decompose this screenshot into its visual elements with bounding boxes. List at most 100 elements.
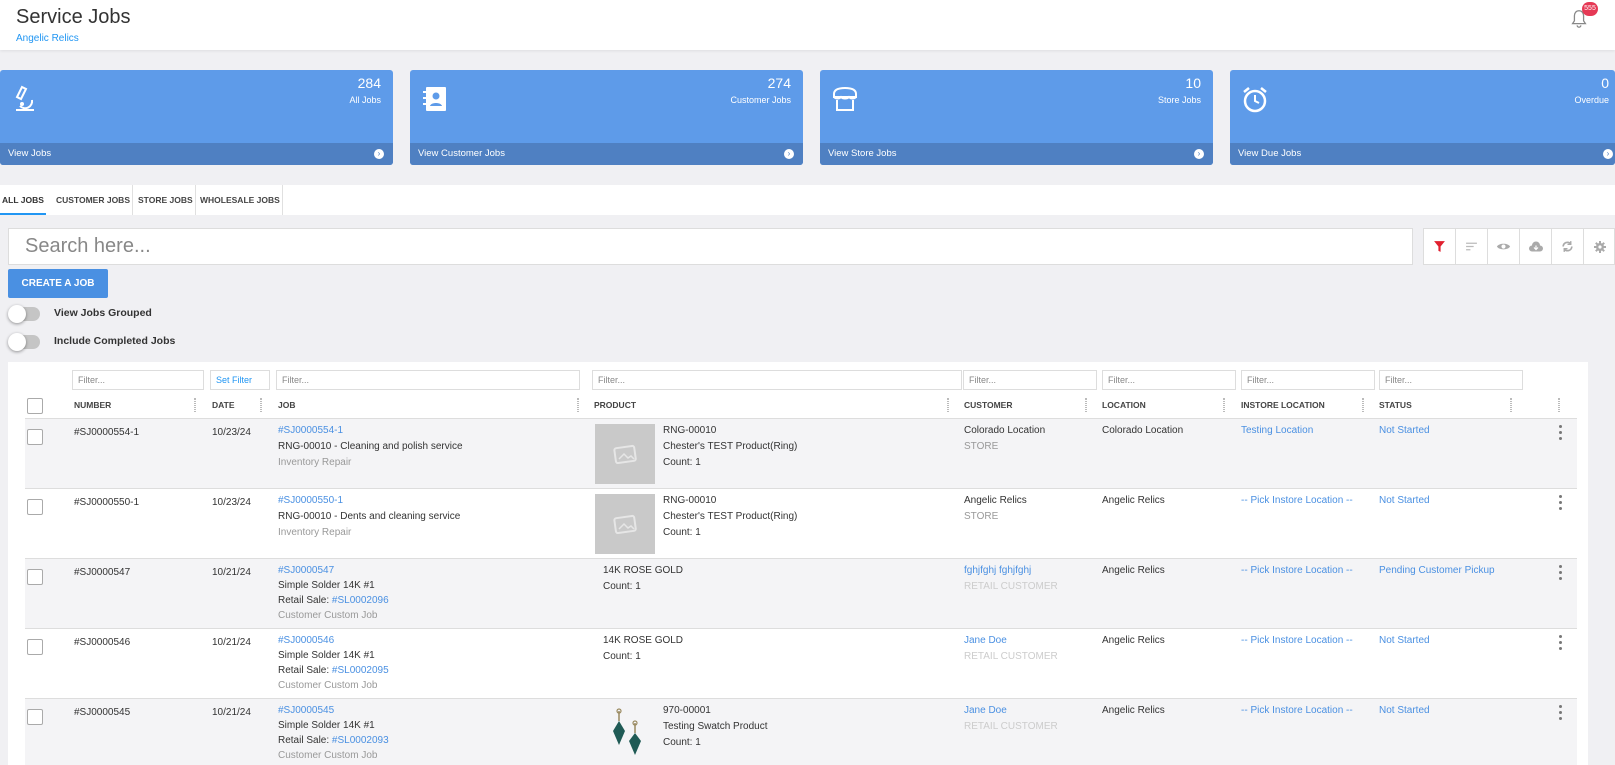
tab-wholesale-jobs[interactable]: WHOLESALE JOBS (198, 185, 283, 215)
job-link[interactable]: #SJ0000550-1 (278, 493, 460, 509)
product-cell: 14K ROSE GOLD Count: 1 (603, 563, 683, 595)
product-count: Count: 1 (663, 457, 701, 468)
instore-filter[interactable]: Filter... (1241, 370, 1375, 390)
search-input[interactable]: Search here... (8, 228, 1413, 265)
job-link[interactable]: #SJ0000554-1 (278, 423, 463, 439)
view-jobs-link[interactable]: View Jobs › (0, 143, 393, 165)
customer-jobs-label: Customer Jobs (730, 95, 791, 105)
view-columns-button[interactable] (1488, 229, 1520, 264)
col-product[interactable]: PRODUCT (594, 400, 636, 410)
filter-button[interactable] (1424, 229, 1456, 264)
retail-sale-link[interactable]: #SL0002093 (332, 735, 389, 746)
refresh-button[interactable] (1552, 229, 1584, 264)
customer-type: RETAIL CUSTOMER (964, 721, 1058, 732)
job-link[interactable]: #SJ0000546 (278, 633, 389, 648)
instore-location-picker[interactable]: -- Pick Instore Location -- (1241, 633, 1353, 649)
col-date[interactable]: DATE (212, 400, 235, 410)
earrings-product-image[interactable] (605, 707, 653, 757)
retail-sale-link[interactable]: #SL0002095 (332, 665, 389, 676)
settings-button[interactable] (1584, 229, 1615, 264)
select-all-checkbox[interactable] (27, 398, 43, 414)
create-job-button[interactable]: CREATE A JOB (8, 269, 108, 298)
instore-location[interactable]: Testing Location (1241, 423, 1313, 439)
col-number[interactable]: NUMBER (74, 400, 111, 410)
date-set-filter[interactable]: Set Filter (210, 370, 270, 390)
view-customer-jobs-link[interactable]: View Customer Jobs › (410, 143, 803, 165)
col-instore-location[interactable]: INSTORE LOCATION (1241, 400, 1325, 410)
table-row[interactable]: #SJ0000545 10/21/24 #SJ0000545 Simple So… (25, 699, 1577, 765)
job-link[interactable]: #SJ0000545 (278, 703, 389, 718)
number-filter[interactable]: Filter... (72, 370, 204, 390)
job-link[interactable]: #SJ0000547 (278, 563, 389, 578)
status-link[interactable]: Not Started (1379, 633, 1430, 649)
col-resize-handle[interactable] (1558, 398, 1560, 412)
sort-button[interactable] (1456, 229, 1488, 264)
row-checkbox[interactable] (27, 569, 43, 585)
col-customer[interactable]: CUSTOMER (964, 400, 1013, 410)
product-image-placeholder[interactable] (595, 494, 655, 554)
row-menu-icon[interactable] (1559, 635, 1563, 651)
table-row[interactable]: #SJ0000554-1 10/23/24 #SJ0000554-1 RNG-0… (25, 419, 1577, 489)
alarm-clock-icon (1243, 87, 1267, 113)
customer-name-link[interactable]: Jane Doe (964, 633, 1058, 649)
tab-customer-jobs[interactable]: CUSTOMER JOBS (54, 185, 133, 215)
col-resize-handle[interactable] (1085, 398, 1087, 412)
notification-badge: 555 (1582, 2, 1598, 16)
retail-sale-line: Retail Sale: #SL0002095 (278, 663, 389, 678)
status-link[interactable]: Not Started (1379, 703, 1430, 719)
store-name[interactable]: Angelic Relics (16, 33, 79, 44)
tab-all-jobs[interactable]: ALL JOBS (0, 185, 46, 215)
arrow-circle-icon: › (784, 149, 794, 159)
product-filter[interactable]: Filter... (592, 370, 962, 390)
col-resize-handle[interactable] (1510, 398, 1512, 412)
customer-name-link[interactable]: Jane Doe (964, 703, 1058, 719)
status-link[interactable]: Not Started (1379, 423, 1430, 439)
location-filter[interactable]: Filter... (1102, 370, 1236, 390)
col-job[interactable]: JOB (278, 400, 295, 410)
col-resize-handle[interactable] (194, 398, 196, 412)
view-grouped-toggle[interactable] (8, 305, 40, 323)
table-row[interactable]: #SJ0000546 10/21/24 #SJ0000546 Simple So… (25, 629, 1577, 699)
table-row[interactable]: #SJ0000547 10/21/24 #SJ0000547 Simple So… (25, 559, 1577, 629)
job-tabs: ALL JOBS CUSTOMER JOBS STORE JOBS WHOLES… (0, 185, 1615, 215)
col-resize-handle[interactable] (577, 398, 579, 412)
col-location[interactable]: LOCATION (1102, 400, 1146, 410)
view-store-jobs-link[interactable]: View Store Jobs › (820, 143, 1213, 165)
instore-location-picker[interactable]: -- Pick Instore Location -- (1241, 493, 1353, 509)
status-filter[interactable]: Filter... (1379, 370, 1523, 390)
customer-filter[interactable]: Filter... (963, 370, 1097, 390)
job-filter[interactable]: Filter... (276, 370, 580, 390)
col-status[interactable]: STATUS (1379, 400, 1412, 410)
table-row[interactable]: #SJ0000550-1 10/23/24 #SJ0000550-1 RNG-0… (25, 489, 1577, 559)
col-resize-handle[interactable] (947, 398, 949, 412)
instore-location-picker[interactable]: -- Pick Instore Location -- (1241, 563, 1353, 579)
tab-store-jobs[interactable]: STORE JOBS (136, 185, 196, 215)
customer-cell: Angelic Relics STORE (964, 493, 1027, 525)
product-count: Count: 1 (663, 527, 701, 538)
row-menu-icon[interactable] (1559, 565, 1563, 581)
product-image-placeholder[interactable] (595, 424, 655, 484)
job-cell: #SJ0000546 Simple Solder 14K #1 Retail S… (278, 633, 389, 693)
col-resize-handle[interactable] (1362, 398, 1364, 412)
row-menu-icon[interactable] (1559, 705, 1563, 721)
include-completed-toggle[interactable] (8, 333, 40, 351)
view-due-jobs-link[interactable]: View Due Jobs › (1230, 143, 1615, 165)
store-icon (833, 86, 857, 111)
row-checkbox[interactable] (27, 709, 43, 725)
job-number: #SJ0000550-1 (74, 497, 140, 508)
status-link[interactable]: Pending Customer Pickup (1379, 563, 1495, 579)
col-resize-handle[interactable] (260, 398, 262, 412)
row-menu-icon[interactable] (1559, 425, 1563, 441)
col-resize-handle[interactable] (1223, 398, 1225, 412)
row-checkbox[interactable] (27, 429, 43, 445)
instore-location-picker[interactable]: -- Pick Instore Location -- (1241, 703, 1353, 719)
row-checkbox[interactable] (27, 499, 43, 515)
product-name: 14K ROSE GOLD (603, 565, 684, 576)
status-link[interactable]: Not Started (1379, 493, 1430, 509)
cloud-download-button[interactable] (1520, 229, 1552, 264)
retail-sale-link[interactable]: #SL0002096 (332, 595, 389, 606)
row-menu-icon[interactable] (1559, 495, 1563, 511)
customer-type: STORE (964, 441, 999, 452)
row-checkbox[interactable] (27, 639, 43, 655)
customer-name-link[interactable]: fghjfghj fghjfghj (964, 563, 1058, 579)
